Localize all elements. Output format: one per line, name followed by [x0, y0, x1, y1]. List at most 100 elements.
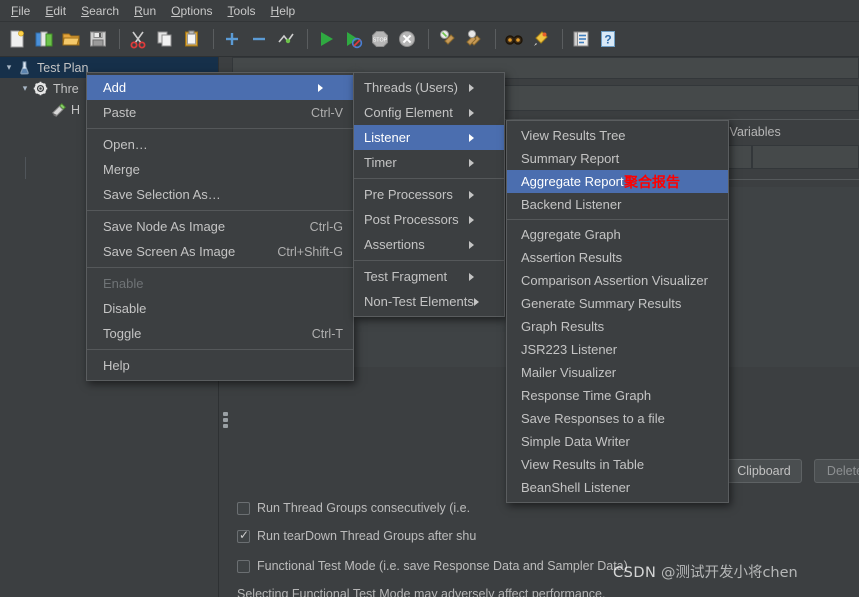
listener-menu-item-simple-data-writer[interactable]: Simple Data Writer: [507, 430, 728, 453]
listener-menu-item-response-time-graph[interactable]: Response Time Graph: [507, 384, 728, 407]
chevron-right-icon-add: [318, 83, 343, 92]
chevron-down-icon-2[interactable]: ▾: [18, 83, 32, 94]
open-icon[interactable]: [59, 27, 83, 51]
functional-test-mode-row[interactable]: Functional Test Mode (i.e. save Response…: [237, 559, 628, 573]
listener-menu-label-beanshell-listener: BeanShell Listener: [521, 480, 631, 495]
listener-menu-item-comparison-assertion-visualizer[interactable]: Comparison Assertion Visualizer: [507, 269, 728, 292]
function-helper-icon[interactable]: [569, 27, 593, 51]
listener-menu-label-simple-data-writer: Simple Data Writer: [521, 434, 630, 449]
run-thread-groups-consecutively-checkbox[interactable]: [237, 501, 250, 515]
toolbar-separator-3: [307, 29, 308, 49]
search-reset-icon[interactable]: [529, 27, 553, 51]
menubar-item-edit[interactable]: Edit: [38, 1, 74, 21]
run-thread-groups-consecutively-row[interactable]: Run Thread Groups consecutively (i.e.: [237, 501, 470, 515]
listener-menu-item-aggregate-report[interactable]: Aggregate Report: [507, 170, 728, 193]
menubar-search-mnemonic: S: [81, 3, 90, 18]
splitter-handle-dots[interactable]: [223, 412, 228, 430]
copy-icon[interactable]: [153, 27, 177, 51]
listener-menu-item-graph-results[interactable]: Graph Results: [507, 315, 728, 338]
shutdown-icon[interactable]: [395, 27, 419, 51]
menubar-item-options[interactable]: Options: [164, 1, 220, 21]
add-menu-item-assertions[interactable]: Assertions: [354, 232, 504, 257]
expand-icon[interactable]: [220, 27, 244, 51]
listener-menu-item-jsr223-listener[interactable]: JSR223 Listener: [507, 338, 728, 361]
context-menu-item-save-selection-as[interactable]: Save Selection As…: [87, 182, 353, 207]
context-menu-label-help: Help: [103, 358, 130, 373]
add-menu-item-threads[interactable]: Threads (Users): [354, 75, 504, 100]
add-menu-item-config-element[interactable]: Config Element: [354, 100, 504, 125]
clear-icon[interactable]: [435, 27, 459, 51]
help-icon[interactable]: ?: [596, 27, 620, 51]
context-menu-item-help[interactable]: Help: [87, 353, 353, 378]
add-menu-item-timer[interactable]: Timer: [354, 150, 504, 175]
listener-menu-item-aggregate-graph[interactable]: Aggregate Graph: [507, 223, 728, 246]
chevron-down-icon[interactable]: ▾: [2, 62, 16, 73]
start-no-pauses-icon[interactable]: [341, 27, 365, 51]
add-menu-item-post-processors[interactable]: Post Processors: [354, 207, 504, 232]
context-menu-item-save-node-as-image[interactable]: Save Node As Image Ctrl-G: [87, 214, 353, 239]
menubar-item-tools[interactable]: Tools: [221, 1, 264, 21]
templates-icon[interactable]: [32, 27, 56, 51]
variables-table-cell-value[interactable]: [752, 145, 859, 169]
context-menu-item-add[interactable]: Add: [87, 75, 353, 100]
watermark-author: @测试开发小将chen: [660, 565, 798, 581]
menubar-item-run[interactable]: Run: [127, 1, 164, 21]
listener-menu-item-assertion-results[interactable]: Assertion Results: [507, 246, 728, 269]
context-menu-item-merge[interactable]: Merge: [87, 157, 353, 182]
listener-menu-item-mailer-visualizer[interactable]: Mailer Visualizer: [507, 361, 728, 384]
stop-icon[interactable]: STOP: [368, 27, 392, 51]
add-menu-item-pre-processors[interactable]: Pre Processors: [354, 182, 504, 207]
listener-menu-item-save-responses-to-a-file[interactable]: Save Responses to a file: [507, 407, 728, 430]
listener-submenu[interactable]: View Results Tree Summary Report Aggrega…: [506, 120, 729, 503]
listener-menu-label-view-results-tree: View Results Tree: [521, 128, 626, 143]
search-icon[interactable]: [502, 27, 526, 51]
delete-variable-button[interactable]: Delete: [814, 459, 859, 483]
context-menu-item-toggle[interactable]: Toggle Ctrl-T: [87, 321, 353, 346]
add-from-clipboard-button[interactable]: Clipboard: [726, 459, 802, 483]
menubar-edit-rest: dit: [53, 3, 67, 18]
new-icon[interactable]: [5, 27, 29, 51]
tree-context-menu[interactable]: Add Paste Ctrl-V Open… Merge Save Select…: [86, 72, 354, 381]
listener-menu-item-generate-summary-results[interactable]: Generate Summary Results: [507, 292, 728, 315]
menubar-item-help[interactable]: Help: [264, 1, 304, 21]
add-menu-label-non-test-elements: Non-Test Elements: [364, 294, 474, 309]
listener-menu-item-beanshell-listener[interactable]: BeanShell Listener: [507, 476, 728, 499]
watermark-brand: CSDN: [613, 565, 657, 581]
menubar-item-file[interactable]: File: [4, 1, 38, 21]
context-menu-label-save-screen-as-image: Save Screen As Image: [103, 244, 236, 259]
clear-all-icon[interactable]: [462, 27, 486, 51]
start-icon[interactable]: [314, 27, 338, 51]
listener-menu-item-view-results-in-table[interactable]: View Results in Table: [507, 453, 728, 476]
context-menu-separator-3: [87, 267, 353, 268]
collapse-icon[interactable]: [247, 27, 271, 51]
save-icon[interactable]: [86, 27, 110, 51]
toolbar-separator-2: [213, 29, 214, 49]
context-menu-item-open[interactable]: Open…: [87, 132, 353, 157]
add-submenu[interactable]: Threads (Users) Config Element Listener …: [353, 72, 505, 317]
run-teardown-thread-groups-row[interactable]: Run tearDown Thread Groups after shu: [237, 528, 476, 543]
context-menu-item-save-screen-as-image[interactable]: Save Screen As Image Ctrl+Shift-G: [87, 239, 353, 264]
listener-menu-item-backend-listener[interactable]: Backend Listener: [507, 193, 728, 216]
http-sampler-icon: [50, 102, 67, 118]
paste-icon[interactable]: [180, 27, 204, 51]
chevron-right-icon-post-processors: [469, 215, 494, 224]
toggle-icon[interactable]: [274, 27, 298, 51]
cut-icon[interactable]: [126, 27, 150, 51]
add-menu-item-non-test-elements[interactable]: Non-Test Elements: [354, 289, 504, 314]
run-teardown-thread-groups-checkbox[interactable]: [237, 528, 250, 543]
listener-menu-item-view-results-tree[interactable]: View Results Tree: [507, 124, 728, 147]
functional-test-mode-checkbox[interactable]: [237, 559, 250, 573]
listener-menu-item-summary-report[interactable]: Summary Report: [507, 147, 728, 170]
menubar-help-mnemonic: H: [270, 3, 280, 18]
add-menu-item-test-fragment[interactable]: Test Fragment: [354, 264, 504, 289]
listener-menu-label-aggregate-graph: Aggregate Graph: [521, 227, 621, 242]
menubar-item-search[interactable]: Search: [74, 1, 127, 21]
context-menu-item-paste[interactable]: Paste Ctrl-V: [87, 100, 353, 125]
context-menu-label-save-selection-as: Save Selection As…: [103, 187, 221, 202]
toolbar-separator-1: [119, 29, 120, 49]
add-menu-item-listener[interactable]: Listener: [354, 125, 504, 150]
context-menu-item-disable[interactable]: Disable: [87, 296, 353, 321]
add-menu-label-pre-processors: Pre Processors: [364, 187, 453, 202]
add-menu-label-assertions: Assertions: [364, 237, 425, 252]
menubar-tools-rest: ools: [233, 3, 256, 18]
